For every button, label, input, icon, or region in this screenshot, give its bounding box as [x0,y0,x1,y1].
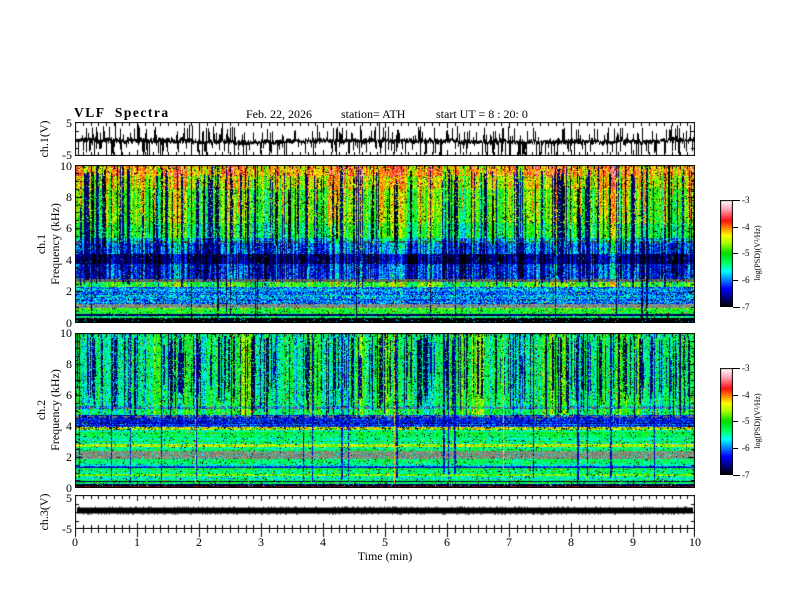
xtick-label: 0 [72,535,78,549]
colorbar-1-tick [733,200,740,201]
ch1-ymax-label: 5 [66,116,72,130]
spec1-channel-ylabel: ch.1 [34,233,48,255]
colorbar-1-tick-label: -7 [742,302,750,312]
colorbar-2-tick [733,475,740,476]
ch2-spectrogram-canvas [75,333,695,488]
spec2-channel-ylabel: ch.2 [34,399,48,421]
spec2-ytick-label: 2 [66,450,72,464]
panel-ch2-spectrogram [75,333,695,488]
xtick-label: 4 [320,535,326,549]
panel-ch3-waveform [75,495,695,529]
colorbar-1-title: log(PSD)(V²/Hz) [753,225,762,281]
ch3-waveform-canvas [75,495,695,529]
colorbar-2-tick-label: -7 [742,470,750,480]
colorbar-2-tick-label: -3 [742,363,750,373]
xtick-label: 5 [382,535,388,549]
colorbar-1-canvas [720,200,733,307]
colorbar-1-tick [733,307,740,308]
xtick-label: 10 [689,535,701,549]
colorbar-2-title: log(PSD)(V²/Hz) [753,393,762,449]
colorbar-1-tick [733,253,738,254]
ch1-waveform-canvas [75,122,695,156]
xtick-label: 1 [134,535,140,549]
panel-ch1-waveform [75,122,695,156]
colorbar-1-tick [733,227,738,228]
ch3-waveform-ylabel: ch.3(V) [37,493,51,531]
colorbar-1-tick-label: -4 [742,222,750,232]
xtick-label: 3 [258,535,264,549]
xtick-label: 8 [568,535,574,549]
ch3-ymin-label: -5 [62,522,72,536]
ch3-ymax-label: 5 [66,491,72,505]
vlf-spectra-figure: VLF Spectra Feb. 22, 2026 station= ATH s… [0,0,792,612]
colorbar-1-tick [733,280,738,281]
station-label: station= ATH [341,107,406,121]
start-ut-label: start UT = 8 : 20: 0 [436,107,528,121]
xtick-label: 9 [630,535,636,549]
spec2-frequency-ylabel: Frequency (kHz) [48,369,62,451]
colorbar-1-tick-label: -3 [742,195,750,205]
xaxis-title: Time (min) [357,549,413,563]
colorbar-2-tick [733,448,738,449]
date-label: Feb. 22, 2026 [246,107,312,121]
spec1-ytick-label: 2 [66,284,72,298]
colorbar-1-tick-label: -6 [742,275,750,285]
xtick-label: 2 [196,535,202,549]
xtick-label: 7 [506,535,512,549]
spec2-ytick-label: 10 [60,326,72,340]
colorbar-1 [720,200,733,307]
page-title: VLF Spectra [74,105,170,120]
ch1-spectrogram-canvas [75,165,695,323]
panel-ch1-spectrogram [75,165,695,323]
colorbar-2-tick-label: -5 [742,416,750,426]
colorbar-2-tick-label: -4 [742,390,750,400]
colorbar-1-tick-label: -5 [742,248,750,258]
colorbar-2-tick [733,421,738,422]
spec1-ytick-label: 8 [66,190,72,204]
ch1-waveform-ylabel: ch.1(V) [37,120,51,158]
colorbar-2-tick [733,395,738,396]
spec1-ytick-label: 10 [60,159,72,173]
colorbar-2-tick [733,368,740,369]
colorbar-2-tick-label: -6 [742,443,750,453]
colorbar-2 [720,368,733,475]
spec1-frequency-ylabel: Frequency (kHz) [48,203,62,285]
colorbar-2-canvas [720,368,733,475]
xtick-label: 6 [444,535,450,549]
